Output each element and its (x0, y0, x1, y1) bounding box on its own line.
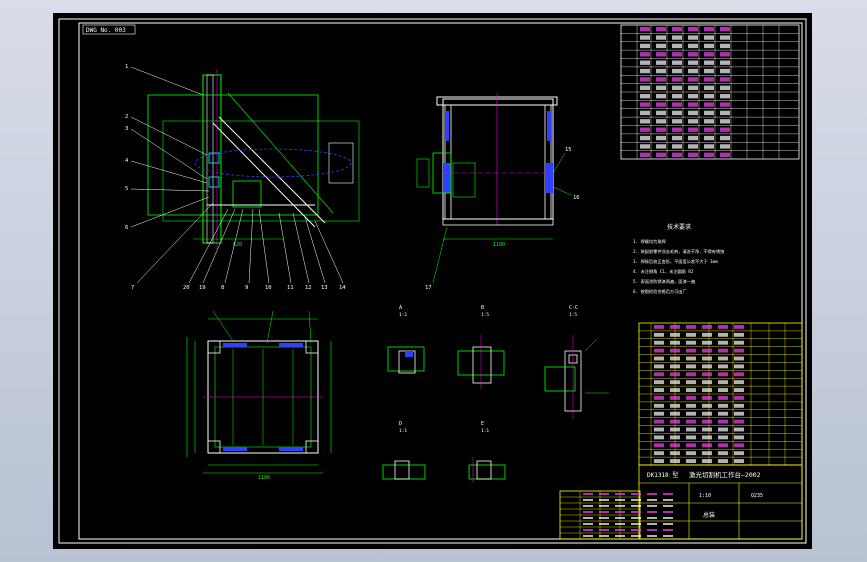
parameter-table (620, 24, 800, 160)
approval-block (559, 490, 673, 540)
technical-notes: 技术要求 1. 焊缝均为角焊 2. 装配前零件须去毛刺，清洗干净，不得有锈蚀 3… (633, 223, 724, 295)
section-detail-b[interactable]: B 1:5 (457, 305, 505, 389)
note-6: 6. 按图检验合格后方可出厂 (633, 288, 687, 295)
drawing-canvas[interactable]: DWG No. 003 620 1 2 3 4 5 6 7 20 19 8 9 … (53, 13, 812, 549)
title-block-scale: 1:10 (699, 493, 711, 499)
svg-text:16: 16 (573, 195, 580, 201)
section-detail-e[interactable]: E 1:1 (468, 421, 506, 483)
svg-text:8: 8 (221, 285, 224, 291)
svg-text:1:5: 1:5 (569, 312, 577, 318)
notes-title: 技术要求 (667, 223, 691, 231)
svg-text:5: 5 (125, 186, 128, 192)
note-4: 4. 未注倒角 C1，未注圆角 R2 (633, 268, 694, 275)
title-block-drawing-title: 激光切割机工作台—2002 (689, 470, 761, 479)
svg-text:A: A (399, 305, 402, 311)
svg-text:D: D (399, 421, 402, 427)
title-block: DK1318 型 激光切割机工作台—2002 1:10 Q235 总装 (638, 464, 803, 540)
svg-text:1100: 1100 (258, 475, 270, 481)
svg-text:1: 1 (125, 64, 128, 70)
svg-text:1:1: 1:1 (399, 428, 407, 434)
svg-text:6: 6 (125, 225, 128, 231)
svg-text:1:5: 1:5 (481, 312, 489, 318)
section-detail-c[interactable]: C-C 1:5 (544, 305, 609, 419)
svg-text:19: 19 (199, 285, 206, 291)
title-block-model: DK1318 型 (647, 471, 678, 479)
svg-text:7: 7 (131, 285, 134, 291)
svg-text:E: E (481, 421, 484, 427)
section-detail-a[interactable]: A 1:1 (387, 305, 425, 374)
title-block-sheet: 总装 (703, 511, 715, 519)
svg-text:9: 9 (245, 285, 248, 291)
section-detail-d[interactable]: D 1:1 (382, 421, 426, 480)
cad-application: DWG No. 003 620 1 2 3 4 5 6 7 20 19 8 9 … (0, 0, 867, 562)
side-elevation-view[interactable]: 620 (130, 66, 360, 284)
note-2: 2. 装配前零件须去毛刺，清洗干净，不得有锈蚀 (633, 248, 724, 255)
model-space-viewport[interactable]: DWG No. 003 620 1 2 3 4 5 6 7 20 19 8 9 … (53, 13, 812, 549)
svg-text:2: 2 (125, 114, 128, 120)
svg-text:1:1: 1:1 (481, 428, 489, 434)
plan-view[interactable]: 1100 (186, 310, 332, 481)
svg-text:15: 15 (565, 147, 572, 153)
note-1: 1. 焊缝均为角焊 (633, 238, 667, 245)
note-5: 5. 表面涂防锈漆两遍，面漆一遍 (633, 278, 696, 285)
svg-text:1100: 1100 (493, 242, 505, 248)
svg-text:10: 10 (265, 285, 272, 291)
side-view-balloons: 1 2 3 4 5 6 7 20 19 8 9 10 11 12 13 14 (125, 64, 346, 291)
svg-text:1:1: 1:1 (399, 312, 407, 318)
svg-text:B: B (481, 305, 484, 311)
note-3: 3. 焊接后校正变形，平面度公差不大于 1mm (633, 258, 718, 265)
svg-text:12: 12 (305, 285, 312, 291)
svg-text:14: 14 (339, 285, 346, 291)
svg-text:17: 17 (425, 285, 432, 291)
svg-text:3: 3 (125, 126, 128, 132)
svg-text:20: 20 (183, 285, 190, 291)
svg-text:C-C: C-C (569, 305, 578, 311)
corner-tag: DWG No. 003 (86, 27, 126, 34)
front-elevation-view[interactable]: 1100 (416, 93, 572, 284)
svg-text:4: 4 (125, 158, 129, 164)
title-block-material: Q235 (751, 493, 763, 499)
svg-text:13: 13 (321, 285, 328, 291)
svg-text:11: 11 (287, 285, 294, 291)
bill-of-materials (638, 322, 803, 466)
